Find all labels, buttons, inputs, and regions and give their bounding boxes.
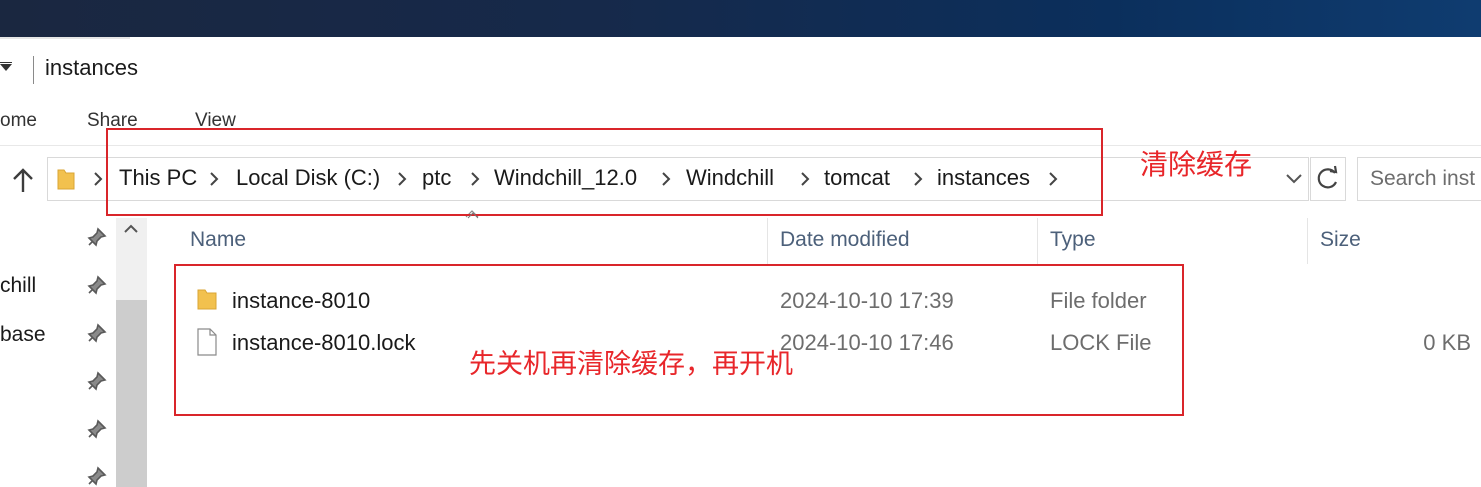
title-separator [33, 56, 34, 84]
annotation-clear-cache: 清除缓存 [1140, 148, 1253, 181]
quick-access-bar [0, 62, 12, 63]
quick-access-dropdown-icon[interactable] [0, 64, 12, 71]
column-header-type[interactable]: Type [1050, 228, 1096, 252]
column-divider[interactable] [767, 218, 768, 264]
nav-item-database[interactable]: base [0, 323, 46, 347]
nav-pane-scrollbar-thumb[interactable] [116, 300, 147, 487]
window-edge [0, 37, 130, 39]
tab-home[interactable]: ome [0, 110, 37, 132]
file-size: 0 KB [1423, 330, 1471, 355]
pin-icon[interactable] [86, 274, 108, 296]
annotation-box-files [174, 264, 1184, 416]
column-header-size[interactable]: Size [1320, 228, 1361, 252]
pin-icon[interactable] [86, 226, 108, 248]
pin-icon[interactable] [86, 370, 108, 392]
annotation-shutdown-note: 先关机再清除缓存，再开机 [469, 349, 793, 380]
window-title: instances [45, 55, 138, 80]
chevron-right-icon[interactable] [92, 170, 104, 188]
search-input[interactable]: Search inst [1370, 167, 1475, 191]
desktop-background [0, 0, 1481, 37]
column-header-name[interactable]: Name [190, 228, 246, 252]
pin-icon[interactable] [86, 322, 108, 344]
up-arrow-icon[interactable] [10, 166, 36, 196]
column-header-date-modified[interactable]: Date modified [780, 228, 910, 252]
pin-icon[interactable] [86, 418, 108, 440]
column-divider[interactable] [1307, 218, 1308, 264]
refresh-icon [1317, 165, 1338, 189]
column-divider[interactable] [1037, 218, 1038, 264]
folder-icon [57, 169, 75, 190]
nav-item-windchill[interactable]: chill [0, 274, 36, 298]
caret-icon [467, 212, 479, 219]
refresh-button[interactable] [1310, 157, 1346, 201]
scroll-up-icon[interactable] [122, 222, 140, 236]
pin-icon[interactable] [86, 465, 108, 487]
chevron-down-icon[interactable] [1284, 172, 1304, 186]
annotation-box-address [106, 128, 1103, 216]
